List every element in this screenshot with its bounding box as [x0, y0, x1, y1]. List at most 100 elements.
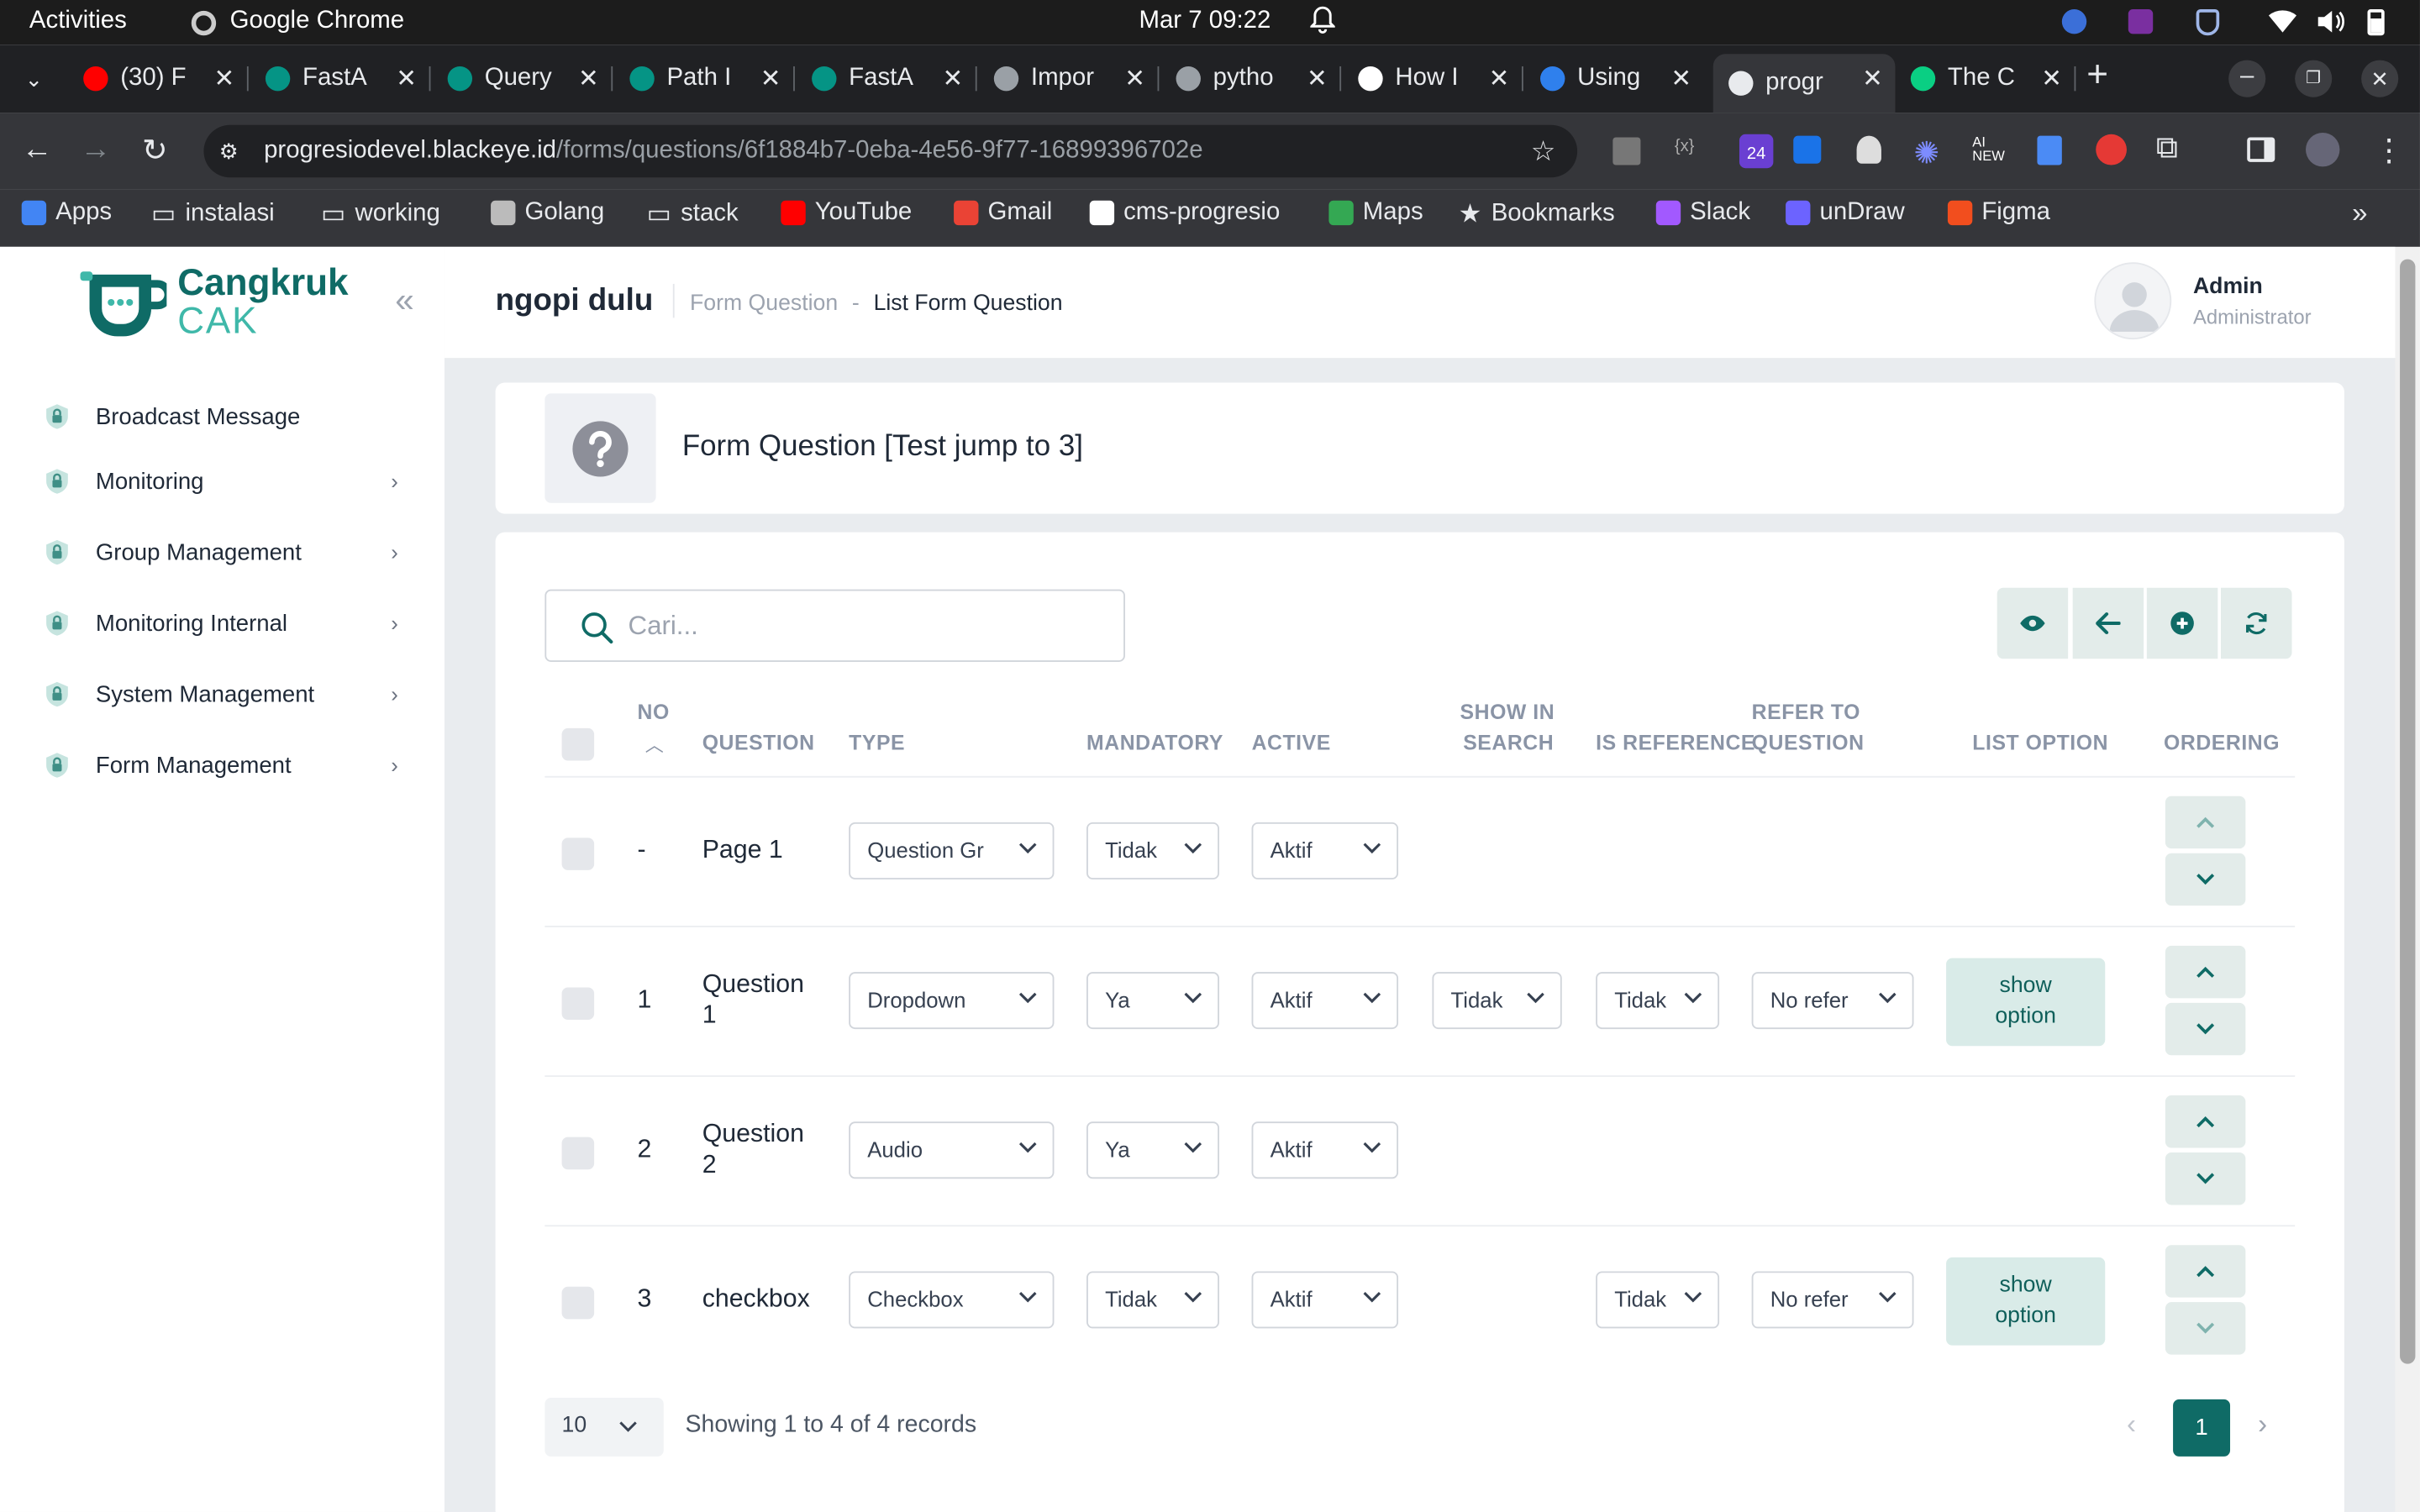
- bookmark-item[interactable]: Figma: [1947, 199, 2050, 227]
- close-tab-icon[interactable]: ✕: [214, 63, 235, 94]
- bookmark-item[interactable]: cms-progresio: [1089, 199, 1280, 227]
- more-bookmarks-icon[interactable]: »: [2352, 197, 2367, 230]
- browser-tab[interactable]: pytho ✕: [1160, 54, 1342, 103]
- avatar[interactable]: [2094, 262, 2172, 340]
- show-in-search-select[interactable]: Tidak: [1432, 972, 1562, 1030]
- bookmark-item[interactable]: Maps: [1328, 199, 1423, 227]
- move-up-button[interactable]: [2165, 795, 2246, 849]
- type-select[interactable]: Audio: [849, 1121, 1055, 1179]
- move-up-button[interactable]: [2165, 1095, 2246, 1148]
- back-icon[interactable]: ←: [22, 133, 53, 168]
- extension-icon[interactable]: [1612, 137, 1641, 165]
- refresh-button[interactable]: [2221, 587, 2292, 659]
- extension-icon[interactable]: [1793, 135, 1822, 164]
- clock[interactable]: Mar 7 09:22: [1139, 8, 1270, 35]
- activities-button[interactable]: Activities: [29, 8, 127, 35]
- sidebar-item[interactable]: Form Management ›: [43, 747, 413, 784]
- user-name[interactable]: Admin: [2193, 275, 2263, 299]
- active-select[interactable]: Aktif: [1251, 1271, 1399, 1329]
- site-info-icon[interactable]: ⚙: [219, 125, 239, 177]
- minimize-icon[interactable]: –: [2228, 60, 2266, 97]
- type-select[interactable]: Checkbox: [849, 1271, 1055, 1329]
- page-scrollbar[interactable]: [2395, 246, 2420, 1512]
- bookmark-item[interactable]: Slack: [1655, 199, 1750, 227]
- move-down-button[interactable]: [2165, 853, 2246, 906]
- back-button[interactable]: [2072, 587, 2144, 659]
- mandatory-select[interactable]: Ya: [1086, 972, 1219, 1030]
- new-tab-icon[interactable]: +: [2086, 54, 2108, 97]
- browser-tab[interactable]: Path I ✕: [614, 54, 795, 103]
- sidebar-item[interactable]: System Management ›: [43, 675, 413, 712]
- close-tab-icon[interactable]: ✕: [2041, 63, 2062, 94]
- is-reference-select[interactable]: Tidak: [1596, 972, 1720, 1030]
- collapse-sidebar-icon[interactable]: «: [395, 281, 413, 321]
- show-option-button[interactable]: show option: [1946, 1257, 2106, 1346]
- bookmark-item[interactable]: unDraw: [1786, 199, 1905, 227]
- side-panel-icon[interactable]: [2247, 137, 2275, 162]
- move-down-button[interactable]: [2165, 1152, 2246, 1205]
- breadcrumb-form-question[interactable]: Form Question: [690, 291, 838, 316]
- profile-avatar[interactable]: [2306, 132, 2340, 167]
- row-checkbox[interactable]: [561, 1286, 595, 1320]
- mandatory-select[interactable]: Ya: [1086, 1121, 1219, 1179]
- bookmark-item[interactable]: ▭ working: [321, 199, 440, 230]
- sort-asc-icon[interactable]: ︿: [645, 732, 664, 758]
- is-reference-select[interactable]: Tidak: [1596, 1271, 1720, 1329]
- close-tab-icon[interactable]: ✕: [1670, 63, 1691, 94]
- sidebar-item[interactable]: Broadcast Message: [43, 398, 413, 435]
- close-tab-icon[interactable]: ✕: [1862, 63, 1883, 94]
- reload-icon[interactable]: ↻: [142, 131, 168, 170]
- active-select[interactable]: Aktif: [1251, 822, 1399, 879]
- shield-tray-icon[interactable]: [2196, 9, 2220, 36]
- search-input[interactable]: Cari...: [544, 589, 1125, 662]
- add-button[interactable]: [2146, 587, 2218, 659]
- scrollbar-thumb[interactable]: [2400, 259, 2416, 1364]
- type-select[interactable]: Dropdown: [849, 972, 1055, 1030]
- move-down-button[interactable]: [2165, 1302, 2246, 1355]
- extension-icon[interactable]: [2096, 134, 2127, 165]
- close-tab-icon[interactable]: ✕: [1124, 63, 1145, 94]
- bookmark-item[interactable]: YouTube: [781, 199, 912, 227]
- row-checkbox[interactable]: [561, 837, 595, 870]
- extension-icon[interactable]: [1856, 135, 1881, 164]
- row-checkbox[interactable]: [561, 1137, 595, 1170]
- next-page-icon[interactable]: ›: [2258, 1409, 2267, 1441]
- close-tab-icon[interactable]: ✕: [942, 63, 963, 94]
- move-up-button[interactable]: [2165, 945, 2246, 999]
- brand-logo-icon[interactable]: [80, 269, 172, 348]
- move-down-button[interactable]: [2165, 1002, 2246, 1056]
- bell-icon[interactable]: [1308, 6, 1337, 41]
- extension-icon[interactable]: 24: [1739, 134, 1774, 169]
- battery-icon[interactable]: [2367, 9, 2385, 36]
- bookmark-item[interactable]: ★ Bookmarks: [1459, 199, 1615, 230]
- browser-tab[interactable]: Impor ✕: [978, 54, 1160, 103]
- browser-tab[interactable]: (30) F ✕: [68, 54, 249, 103]
- browser-tab[interactable]: Using ✕: [1525, 54, 1704, 103]
- extension-icon[interactable]: AI NEW: [1972, 135, 2005, 164]
- forward-icon[interactable]: →: [81, 133, 112, 168]
- page-size-select[interactable]: 10: [544, 1398, 664, 1457]
- volume-icon[interactable]: [2317, 9, 2345, 42]
- sidebar-item[interactable]: Monitoring Internal ›: [43, 605, 413, 642]
- close-tab-icon[interactable]: ✕: [578, 63, 599, 94]
- browser-tab[interactable]: Query ✕: [432, 54, 613, 103]
- tray-app-icon[interactable]: [2061, 9, 2087, 34]
- close-tab-icon[interactable]: ✕: [1307, 63, 1328, 94]
- browser-tab[interactable]: How I ✕: [1343, 54, 1523, 103]
- active-app-label[interactable]: Google Chrome: [230, 8, 404, 35]
- tray-app-icon[interactable]: [2128, 9, 2154, 34]
- sidebar-item[interactable]: Group Management ›: [43, 533, 413, 570]
- browser-tab[interactable]: FastA ✕: [797, 54, 977, 103]
- browser-tab[interactable]: FastA ✕: [250, 54, 431, 103]
- refer-to-select[interactable]: No refer: [1751, 1271, 1914, 1329]
- bookmark-item[interactable]: ▭ instalasi: [151, 199, 275, 230]
- page-1-button[interactable]: 1: [2173, 1399, 2231, 1457]
- close-tab-icon[interactable]: ✕: [396, 63, 417, 94]
- extension-icon[interactable]: [2037, 135, 2062, 165]
- browser-tab[interactable]: progr ✕: [1712, 54, 1896, 113]
- move-up-button[interactable]: [2165, 1245, 2246, 1298]
- active-select[interactable]: Aktif: [1251, 972, 1399, 1030]
- sidebar-item[interactable]: Monitoring ›: [43, 463, 413, 500]
- close-window-icon[interactable]: ✕: [2361, 60, 2399, 97]
- extensions-puzzle-icon[interactable]: ⧉: [2156, 131, 2178, 166]
